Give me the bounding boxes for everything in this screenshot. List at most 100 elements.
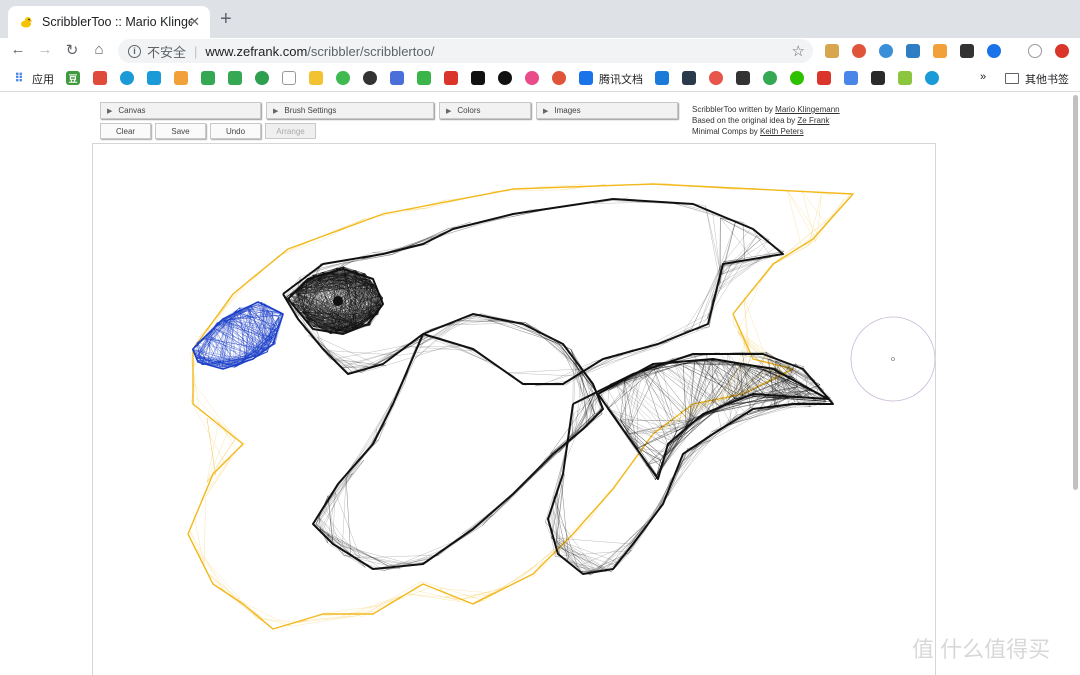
colors-menu-label: Colors <box>457 106 481 115</box>
ze-frank-link[interactable]: Ze Frank <box>797 116 829 125</box>
s-icon[interactable] <box>498 71 512 85</box>
url-host: www.zefrank.com <box>205 43 308 59</box>
figure-extension-icon[interactable] <box>1028 44 1042 58</box>
dots-extension-icon[interactable] <box>960 44 974 58</box>
reload-icon[interactable]: ↻ <box>62 41 82 59</box>
blue-scribble-strokes <box>191 301 284 370</box>
brush-cursor-center <box>891 357 895 361</box>
t-icon[interactable] <box>363 71 377 85</box>
compass-extension-icon[interactable] <box>879 44 893 58</box>
images-menu-button[interactable]: ▶ Images <box>536 102 678 119</box>
image-extension-icon[interactable] <box>825 44 839 58</box>
new-tab-button[interactable]: + <box>220 8 232 30</box>
brush-settings-menu-button[interactable]: ▶ Brush Settings <box>266 102 434 119</box>
square-icon[interactable] <box>736 71 750 85</box>
credit-prefix: Based on the original idea by <box>692 116 798 125</box>
douban-icon[interactable]: 豆 <box>66 71 80 85</box>
undo-button[interactable]: Undo <box>210 123 261 139</box>
credit-prefix: ScribblerToo written by <box>692 105 776 114</box>
android-icon[interactable] <box>336 71 350 85</box>
brush-settings-menu-label: Brush Settings <box>284 106 337 115</box>
v-icon[interactable] <box>444 71 458 85</box>
bookmarks-bar: ⠿ 应用 豆 腾讯文档 » 其他书签 <box>0 64 1080 92</box>
scribble-outline <box>187 183 854 630</box>
refresh-extension-icon[interactable] <box>987 44 1001 58</box>
photo-icon[interactable] <box>682 71 696 85</box>
expand-triangle-icon: ▶ <box>446 107 452 115</box>
unsplash-icon[interactable] <box>471 71 485 85</box>
mario-klingemann-link[interactable]: Mario Klingemann <box>775 105 839 114</box>
scribble-drawing <box>187 182 935 630</box>
px-icon[interactable] <box>417 71 431 85</box>
wechat-icon[interactable] <box>790 71 804 85</box>
address-bar[interactable]: i 不安全 | www.zefrank.com/scribbler/scribb… <box>118 39 813 63</box>
more-bookmarks-button[interactable]: » <box>980 71 986 83</box>
canvas-menu-button[interactable]: ▶ Canvas <box>100 102 261 119</box>
brush-cursor-circle <box>850 316 935 402</box>
colors-menu-button[interactable]: ▶ Colors <box>439 102 531 119</box>
image-icon[interactable] <box>898 71 912 85</box>
s-extension-icon[interactable] <box>906 44 920 58</box>
home-icon[interactable]: ⌂ <box>89 41 109 58</box>
mei-extension-icon[interactable] <box>933 44 947 58</box>
drawing-canvas[interactable] <box>92 143 936 675</box>
apps-grid-icon[interactable]: ⠿ <box>12 71 26 85</box>
page-scrollbar[interactable] <box>1071 93 1080 675</box>
layers-icon[interactable] <box>925 71 939 85</box>
dots-icon[interactable] <box>390 71 404 85</box>
keith-peters-link[interactable]: Keith Peters <box>760 127 804 136</box>
folder-icon[interactable] <box>1005 73 1019 84</box>
url-path: /scribbler/scribblertoo/ <box>307 43 435 59</box>
tab-close-icon[interactable]: ✕ <box>189 14 200 30</box>
dribbble-icon[interactable] <box>525 71 539 85</box>
mail-icon[interactable] <box>309 71 323 85</box>
tencent-docs-icon[interactable] <box>579 71 593 85</box>
clear-button[interactable]: Clear <box>100 123 151 139</box>
credit-prefix: Minimal Comps by <box>692 127 761 136</box>
info-icon[interactable]: i <box>128 44 141 58</box>
a-circle-icon[interactable] <box>120 71 134 85</box>
p-extension-icon[interactable] <box>852 44 866 58</box>
cn-icon[interactable] <box>255 71 269 85</box>
eagle-eye <box>333 296 343 306</box>
play-store-icon[interactable] <box>201 71 215 85</box>
red-badge-icon[interactable] <box>817 71 831 85</box>
images-menu-label: Images <box>554 106 581 115</box>
expand-triangle-icon: ▶ <box>107 107 113 115</box>
p-icon[interactable] <box>552 71 566 85</box>
scrollbar-thumb[interactable] <box>1073 95 1078 490</box>
black-scribble-strokes <box>282 197 834 576</box>
t-blue-icon[interactable] <box>655 71 669 85</box>
red-extension-icon[interactable] <box>1055 44 1069 58</box>
mei-icon[interactable] <box>174 71 188 85</box>
duck-favicon-icon <box>18 14 34 30</box>
w-icon[interactable] <box>871 71 885 85</box>
expand-triangle-icon: ▶ <box>273 107 279 115</box>
bookmark-star-icon[interactable]: ☆ <box>792 42 805 60</box>
browser-tab-bar: ScribblerToo :: Mario Klingemann ✕ + <box>0 0 1080 38</box>
arrange-button[interactable]: Arrange <box>265 123 316 139</box>
page-icon[interactable] <box>282 71 296 85</box>
expand-triangle-icon: ▶ <box>543 107 549 115</box>
save-button[interactable]: Save <box>155 123 206 139</box>
scribble-hatching <box>189 182 851 630</box>
security-label: 不安全 <box>147 44 187 60</box>
rocket-icon[interactable] <box>844 71 858 85</box>
browser-tab[interactable]: ScribblerToo :: Mario Klingemann ✕ <box>8 6 210 38</box>
bookmark-apps[interactable]: 应用 <box>32 71 54 87</box>
bookmark-tencent-docs[interactable]: 腾讯文档 <box>599 71 643 87</box>
skull-icon[interactable] <box>93 71 107 85</box>
leaf-icon[interactable] <box>228 71 242 85</box>
url-separator: | <box>194 43 198 59</box>
credits: ScribblerToo written by Mario Klingemann… <box>692 104 840 137</box>
back-arrow-icon[interactable]: ← <box>8 41 28 58</box>
avatar-icon[interactable] <box>709 71 723 85</box>
watermark-text: 值 什么值得买 <box>912 637 1051 662</box>
other-bookmarks[interactable]: 其他书签 <box>1025 71 1069 87</box>
green-circle-icon[interactable] <box>763 71 777 85</box>
watermark: 值 什么值得买 <box>912 632 1050 664</box>
canvas-menu-label: Canvas <box>118 106 146 115</box>
forward-arrow-icon[interactable]: → <box>35 41 55 58</box>
frame-icon[interactable] <box>147 71 161 85</box>
scribbler-page: ▶ Canvas ▶ Brush Settings ▶ Colors ▶ Images … <box>0 93 1080 675</box>
